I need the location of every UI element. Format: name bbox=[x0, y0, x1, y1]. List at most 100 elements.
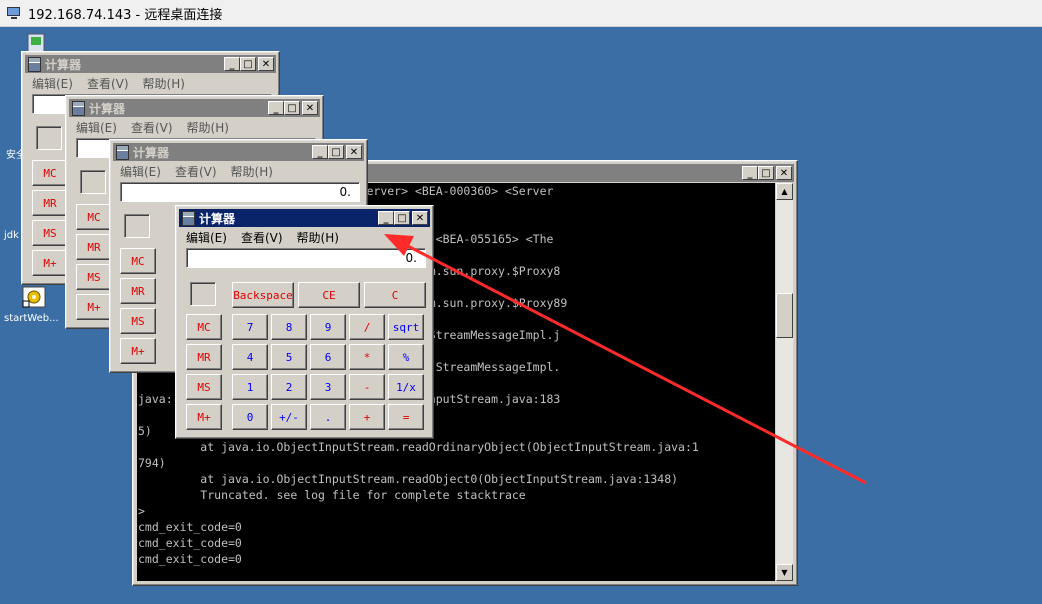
key-button[interactable]: 3 bbox=[310, 374, 346, 400]
menu-bar: 编辑(E) 查看(V) 帮助(H) bbox=[25, 74, 276, 92]
remote-desktop-icon bbox=[6, 6, 22, 20]
menu-help[interactable]: 帮助(H) bbox=[290, 229, 346, 246]
key-button[interactable]: sqrt bbox=[388, 314, 424, 340]
calculator-icon bbox=[28, 56, 41, 72]
maximize-button[interactable]: □ bbox=[240, 57, 256, 71]
window-title: 计算器 bbox=[89, 101, 126, 116]
key-button[interactable]: % bbox=[388, 344, 424, 370]
ms-button[interactable]: MS bbox=[76, 264, 112, 290]
console-scrollbar[interactable]: ▲ ▼ bbox=[776, 183, 793, 581]
close-button[interactable]: ✕ bbox=[258, 57, 274, 71]
backspace-button[interactable]: Backspace bbox=[232, 282, 294, 308]
key-button[interactable]: * bbox=[349, 344, 385, 370]
m-plus-button[interactable]: M+ bbox=[120, 338, 156, 364]
scroll-thumb[interactable] bbox=[776, 293, 793, 338]
calculator-title-bar[interactable]: 计算器 _ □ ✕ bbox=[69, 99, 320, 117]
maximize-button[interactable]: □ bbox=[284, 101, 300, 115]
calculator-icon bbox=[116, 144, 129, 160]
clear-button[interactable]: C bbox=[364, 282, 426, 308]
menu-edit[interactable]: 编辑(E) bbox=[25, 75, 80, 92]
key-button[interactable]: 6 bbox=[310, 344, 346, 370]
memory-indicator bbox=[36, 126, 62, 150]
minimize-button[interactable]: _ bbox=[742, 166, 758, 180]
calculator-icon bbox=[182, 210, 195, 226]
menu-view[interactable]: 查看(V) bbox=[234, 229, 290, 246]
mr-button[interactable]: MR bbox=[76, 234, 112, 260]
menu-view[interactable]: 查看(V) bbox=[168, 163, 224, 180]
memory-button[interactable]: MR bbox=[186, 344, 222, 370]
menu-edit[interactable]: 编辑(E) bbox=[69, 119, 124, 136]
key-button[interactable]: + bbox=[349, 404, 385, 430]
console-line: Truncated. see log file for complete sta… bbox=[138, 488, 526, 502]
minimize-button[interactable]: _ bbox=[378, 211, 394, 225]
key-button[interactable]: 8 bbox=[271, 314, 307, 340]
ce-button[interactable]: CE bbox=[298, 282, 360, 308]
key-button[interactable]: 7 bbox=[232, 314, 268, 340]
menu-help[interactable]: 帮助(H) bbox=[180, 119, 236, 136]
close-button[interactable]: ✕ bbox=[776, 166, 792, 180]
ms-button[interactable]: MS bbox=[120, 308, 156, 334]
desktop-icon-label: jdk bbox=[4, 230, 19, 241]
desktop-icon-jdk[interactable]: jdk bbox=[4, 230, 19, 241]
key-button[interactable]: . bbox=[310, 404, 346, 430]
key-button[interactable]: - bbox=[349, 374, 385, 400]
m-plus-button[interactable]: M+ bbox=[32, 250, 68, 276]
menu-help[interactable]: 帮助(H) bbox=[224, 163, 280, 180]
calc-display: 0. bbox=[120, 182, 360, 202]
rdp-title: 192.168.74.143 - 远程桌面连接 bbox=[28, 7, 223, 23]
calculator-title-bar[interactable]: 计算器 _ □ ✕ bbox=[25, 55, 276, 73]
key-button[interactable]: 1 bbox=[232, 374, 268, 400]
key-button[interactable]: 2 bbox=[271, 374, 307, 400]
key-button[interactable]: 9 bbox=[310, 314, 346, 340]
menu-view[interactable]: 查看(V) bbox=[124, 119, 180, 136]
calculator-title-bar[interactable]: 计算器 _ □ ✕ bbox=[179, 209, 430, 227]
rdp-title-bar: 192.168.74.143 - 远程桌面连接 bbox=[0, 0, 1042, 27]
key-button[interactable]: 1/x bbox=[388, 374, 424, 400]
calculator-window-active[interactable]: 计算器 _ □ ✕ 编辑(E) 查看(V) 帮助(H) 0. Backspace… bbox=[175, 205, 434, 439]
ms-button[interactable]: MS bbox=[32, 220, 68, 246]
close-button[interactable]: ✕ bbox=[412, 211, 428, 225]
calculator-title-bar[interactable]: 计算器 _ □ ✕ bbox=[113, 143, 364, 161]
minimize-button[interactable]: _ bbox=[268, 101, 284, 115]
close-button[interactable]: ✕ bbox=[302, 101, 318, 115]
maximize-button[interactable]: □ bbox=[328, 145, 344, 159]
mc-button[interactable]: MC bbox=[76, 204, 112, 230]
calc-display: 0. bbox=[186, 248, 426, 268]
key-button[interactable]: / bbox=[349, 314, 385, 340]
console-line: 794) bbox=[138, 456, 166, 470]
menu-edit[interactable]: 编辑(E) bbox=[113, 163, 168, 180]
key-button[interactable]: 4 bbox=[232, 344, 268, 370]
scroll-up-arrow-icon[interactable]: ▲ bbox=[776, 183, 793, 200]
menu-bar: 编辑(E) 查看(V) 帮助(H) bbox=[113, 162, 364, 180]
mr-button[interactable]: MR bbox=[120, 278, 156, 304]
minimize-button[interactable]: _ bbox=[224, 57, 240, 71]
minimize-button[interactable]: _ bbox=[312, 145, 328, 159]
m-plus-button[interactable]: M+ bbox=[76, 294, 112, 320]
key-button[interactable]: +/- bbox=[271, 404, 307, 430]
menu-bar: 编辑(E) 查看(V) 帮助(H) bbox=[69, 118, 320, 136]
menu-edit[interactable]: 编辑(E) bbox=[179, 229, 234, 246]
memory-button[interactable]: MC bbox=[186, 314, 222, 340]
console-line: at java.io.ObjectInputStream.readOrdinar… bbox=[138, 440, 699, 454]
desktop-icon-label: startWeb... bbox=[4, 313, 59, 324]
close-button[interactable]: ✕ bbox=[346, 145, 362, 159]
mr-button[interactable]: MR bbox=[32, 190, 68, 216]
memory-button[interactable]: M+ bbox=[186, 404, 222, 430]
scroll-down-arrow-icon[interactable]: ▼ bbox=[776, 564, 793, 581]
key-button[interactable]: 5 bbox=[271, 344, 307, 370]
menu-bar: 编辑(E) 查看(V) 帮助(H) bbox=[179, 228, 430, 246]
gear-shortcut-icon bbox=[22, 286, 46, 308]
memory-indicator bbox=[80, 170, 106, 194]
maximize-button[interactable]: □ bbox=[394, 211, 410, 225]
key-button[interactable]: = bbox=[388, 404, 424, 430]
memory-button[interactable]: MS bbox=[186, 374, 222, 400]
menu-help[interactable]: 帮助(H) bbox=[136, 75, 192, 92]
mc-button[interactable]: MC bbox=[32, 160, 68, 186]
memory-indicator bbox=[124, 214, 150, 238]
maximize-button[interactable]: □ bbox=[758, 166, 774, 180]
key-button[interactable]: 0 bbox=[232, 404, 268, 430]
mc-button[interactable]: MC bbox=[120, 248, 156, 274]
calculator-icon bbox=[72, 100, 85, 116]
menu-view[interactable]: 查看(V) bbox=[80, 75, 136, 92]
desktop-icon-startweblogic[interactable]: startWeb... bbox=[4, 286, 74, 326]
